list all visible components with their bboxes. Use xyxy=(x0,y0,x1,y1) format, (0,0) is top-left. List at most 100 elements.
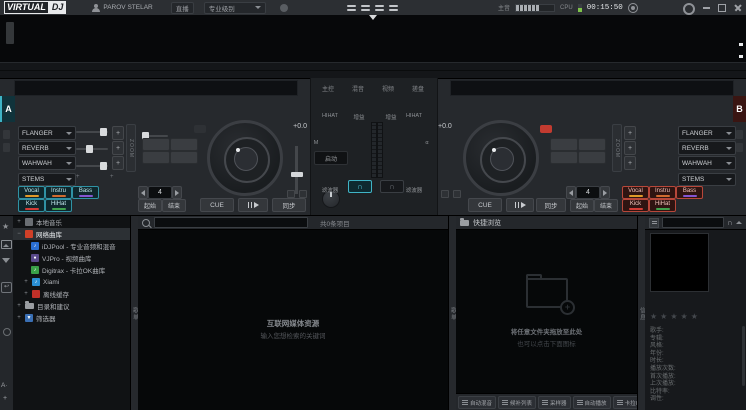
deck-b-stem-vocal[interactable]: Vocal xyxy=(622,186,649,199)
deck-b-fx3-add[interactable]: + xyxy=(624,156,636,170)
deck-a-pad-2[interactable] xyxy=(170,138,198,151)
tree-item-filters[interactable]: + ▼ 筛选器 xyxy=(13,312,130,324)
deck-b-fx1-select[interactable]: FLANGER xyxy=(678,126,736,140)
deck-a-loop-value[interactable]: 4 xyxy=(148,186,172,199)
mixer-tab-mixer[interactable]: 混音 xyxy=(344,84,372,93)
deck-a-cue-button[interactable]: CUE xyxy=(200,198,234,212)
deck-b-pitch-plus[interactable] xyxy=(453,190,461,198)
deck-a-stem-kick[interactable]: Kick xyxy=(18,199,45,212)
circle-icon[interactable] xyxy=(3,328,11,336)
deck-a-pitch-plus[interactable] xyxy=(299,190,307,198)
deck-b-zoom-strip[interactable]: ZOOM xyxy=(612,124,622,172)
deck-a-pitch-fader[interactable] xyxy=(295,146,298,194)
deck-a-fx2-add[interactable]: + xyxy=(112,141,124,155)
layout-2-icon[interactable] xyxy=(361,3,372,12)
collapse-icon[interactable] xyxy=(736,221,742,224)
deck-a-fx3-select[interactable]: WAHWAH xyxy=(18,156,76,170)
layout-4-icon[interactable] xyxy=(389,3,400,12)
deck-a-activate-button[interactable]: 启动 xyxy=(314,151,348,165)
deck-b-pad-1[interactable] xyxy=(550,138,578,151)
deck-a-stems-select[interactable]: STEMS xyxy=(18,173,76,186)
deck-b-side-handle-2[interactable] xyxy=(736,143,743,152)
deck-a-zoom-strip[interactable]: ZOOM xyxy=(126,124,136,172)
mixer-tab-video[interactable]: 视频 xyxy=(374,84,402,93)
expander[interactable]: + xyxy=(16,219,22,225)
deck-b-stems-select[interactable]: STEMS xyxy=(678,173,736,186)
tree-item-idjpool[interactable]: ♪ iDJPool - 专业音频和混音 xyxy=(13,240,130,252)
record-icon[interactable] xyxy=(628,3,638,13)
tree-item-offline-cache[interactable]: + 离线缓存 xyxy=(13,288,130,300)
deck-b-pitch-minus[interactable] xyxy=(441,190,449,198)
deck-b-loop-out-button[interactable]: 结束 xyxy=(594,199,618,212)
tab-autoplay[interactable]: 自动播放 xyxy=(573,396,611,409)
deck-a-side-handle-2[interactable] xyxy=(3,143,10,152)
search-icon[interactable] xyxy=(142,219,150,227)
deck-b-fx1-add[interactable]: + xyxy=(624,126,636,140)
deck-a-fx2-slider[interactable] xyxy=(76,148,108,150)
help-icon[interactable] xyxy=(280,4,288,12)
user-name[interactable]: PAROV STELAR xyxy=(103,4,152,11)
deck-a-side-handle-1[interactable] xyxy=(3,130,10,139)
tab-sidelist[interactable]: 候补列表 xyxy=(498,396,536,409)
info-scrollbar[interactable] xyxy=(742,326,745,386)
filter-icon[interactable] xyxy=(2,258,10,263)
deck-a-stems-add1[interactable]: + xyxy=(76,174,80,180)
gear-icon[interactable] xyxy=(683,3,695,15)
deck-b-loop-value[interactable]: 4 xyxy=(576,186,600,199)
track-overview-strip[interactable] xyxy=(0,62,746,79)
deck-b-loop-in-button[interactable]: 起始 xyxy=(570,199,594,212)
tab-sampler[interactable]: 采样器 xyxy=(538,396,571,409)
deck-a-stem-bass[interactable]: Bass xyxy=(72,186,99,199)
deck-a-stem-vocal[interactable]: Vocal xyxy=(18,186,45,199)
deck-a-tab[interactable]: A xyxy=(0,96,15,122)
image-icon[interactable] xyxy=(1,240,12,249)
live-badge[interactable]: 直播 xyxy=(171,2,194,14)
deck-b-stem-hihat[interactable]: HiHat xyxy=(649,199,676,212)
tree-item-online-library[interactable]: − 网络曲库 xyxy=(13,228,130,240)
minimize-button[interactable] xyxy=(700,2,712,13)
deck-a-loop-double[interactable] xyxy=(172,186,182,199)
layout-3-icon[interactable] xyxy=(375,3,386,12)
waveform-scrollbar[interactable] xyxy=(6,22,14,44)
deck-a-fx1-slider[interactable] xyxy=(76,131,108,133)
deck-a-loop-in-button[interactable]: 起始 xyxy=(138,199,162,212)
deck-b-stem-kick[interactable]: Kick xyxy=(622,199,649,212)
tree-item-xiami[interactable]: + ♪ Xiami xyxy=(13,276,130,288)
tree-item-digitrax[interactable]: ♪ Digitrax - 卡拉OK曲库 xyxy=(13,264,130,276)
list-options-icon[interactable] xyxy=(649,218,659,228)
star-icon[interactable]: ★ xyxy=(2,222,9,231)
expander[interactable]: − xyxy=(16,231,22,237)
mixer-tab-master[interactable]: 主控 xyxy=(314,84,342,93)
deck-b-tab[interactable]: B xyxy=(733,96,746,122)
deck-b-fx2-select[interactable]: REVERB xyxy=(678,141,736,155)
deck-a-loop-half[interactable] xyxy=(138,186,148,199)
deck-a-stem-instru[interactable]: Instru xyxy=(45,186,72,199)
search-input[interactable] xyxy=(154,217,308,228)
deck-b-stem-instru[interactable]: Instru xyxy=(649,186,676,199)
deck-b-fx2-add[interactable]: + xyxy=(624,141,636,155)
waveform-display[interactable] xyxy=(0,15,746,62)
mixer-tab-scratch[interactable]: 搓盘 xyxy=(404,84,432,93)
expander[interactable]: + xyxy=(23,291,29,297)
deck-a-stems-add2[interactable]: + xyxy=(110,174,114,180)
drop-zone[interactable]: 将任意文件夹拖放至此处 也可以点击下面图标 xyxy=(456,230,637,393)
search-results-area[interactable]: 互联网媒体资源 输入您想检索的关键词 xyxy=(138,230,448,410)
layout-select[interactable]: 专业级别 xyxy=(204,2,266,14)
deck-a-sync-button[interactable]: 同步 xyxy=(272,198,306,212)
tree-item-vjpro[interactable]: ● VJPro - 视频曲库 xyxy=(13,252,130,264)
deck-b-sync-button[interactable]: 同步 xyxy=(536,198,566,212)
maximize-button[interactable] xyxy=(716,2,728,13)
deck-b-side-handle-1[interactable] xyxy=(736,130,743,139)
font-smaller-button[interactable]: A· xyxy=(1,382,8,389)
star-rating[interactable]: ★★★★★ xyxy=(650,312,701,321)
tree-item-catalog[interactable]: + 目录和建议 xyxy=(13,300,130,312)
deck-b-loop-double[interactable] xyxy=(600,186,610,199)
deck-a-loop-out-button[interactable]: 结束 xyxy=(162,199,186,212)
expander[interactable]: + xyxy=(16,315,22,321)
deck-b-stem-bass[interactable]: Bass xyxy=(676,186,703,199)
deck-a-fx2-select[interactable]: REVERB xyxy=(18,141,76,155)
deck-a-stem-hihat[interactable]: HiHat xyxy=(45,199,72,212)
deck-b-pad-2[interactable] xyxy=(578,138,606,151)
deck-a-pad-3[interactable] xyxy=(142,151,170,164)
tab-automix[interactable]: 自动混音 xyxy=(458,396,496,409)
